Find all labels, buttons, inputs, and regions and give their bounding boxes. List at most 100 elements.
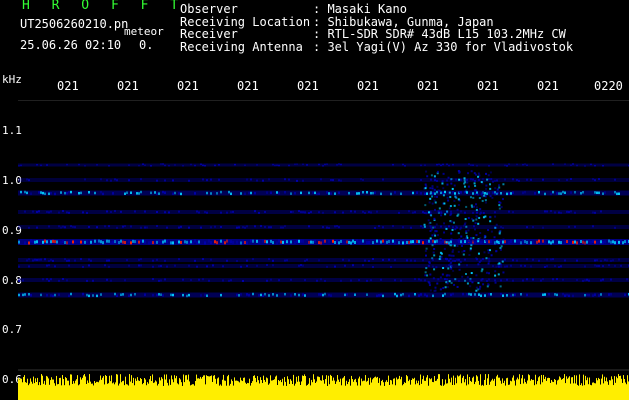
signal-speck — [304, 211, 306, 214]
amplitude-bar — [552, 381, 553, 400]
signal-speck — [504, 240, 506, 244]
burst-speck — [431, 244, 434, 247]
signal-speck — [570, 191, 572, 194]
signal-speck — [526, 258, 528, 261]
burst-speck — [434, 201, 437, 204]
burst-speck — [483, 234, 486, 237]
burst-speck — [474, 228, 477, 231]
burst-speck — [500, 245, 503, 248]
amplitude-bar — [158, 383, 159, 400]
amplitude-bar — [301, 381, 302, 400]
signal-speck — [256, 264, 258, 267]
signal-speck — [358, 240, 360, 244]
signal-speck — [426, 294, 428, 298]
burst-speck — [499, 285, 502, 288]
signal-speck — [370, 191, 372, 195]
signal-speck — [242, 226, 244, 229]
signal-speck — [172, 179, 174, 182]
amplitude-bar — [276, 375, 277, 400]
signal-speck — [88, 225, 90, 228]
amplitude-bar — [212, 381, 213, 400]
amplitude-bar — [307, 384, 308, 400]
signal-speck — [74, 240, 76, 244]
signal-speck — [182, 278, 184, 281]
signal-speck — [428, 239, 430, 243]
burst-speck — [450, 220, 453, 223]
amplitude-bar — [222, 379, 223, 400]
signal-speck — [520, 264, 522, 267]
signal-speck — [420, 239, 422, 243]
amplitude-bar — [311, 379, 312, 400]
signal-speck — [346, 293, 348, 296]
signal-speck — [70, 225, 72, 228]
signal-speck — [18, 240, 20, 244]
signal-speck — [90, 240, 92, 244]
signal-speck — [552, 240, 554, 244]
amplitude-bar — [467, 374, 468, 400]
signal-speck — [230, 240, 232, 244]
burst-speck — [425, 185, 428, 188]
x-tick: 021 — [117, 79, 139, 93]
x-tick: 0220 — [594, 79, 623, 93]
burst-speck — [502, 183, 505, 186]
signal-speck — [28, 258, 30, 261]
burst-speck — [429, 237, 432, 240]
amplitude-bar — [332, 380, 333, 400]
amplitude-bar — [53, 379, 54, 400]
signal-speck — [574, 240, 576, 244]
amplitude-bar — [79, 384, 80, 400]
signal-speck — [508, 240, 510, 244]
signal-speck — [564, 191, 566, 195]
signal-speck — [220, 226, 222, 229]
signal-speck — [350, 210, 352, 213]
signal-speck — [318, 241, 320, 245]
burst-speck — [495, 265, 498, 268]
burst-speck — [431, 234, 434, 237]
amplitude-bar — [98, 382, 99, 400]
signal-speck — [500, 226, 502, 229]
amplitude-bar — [507, 377, 508, 400]
info-row-antenna: Receiving Antenna: 3el Yagi(V) Az 330 fo… — [180, 40, 573, 54]
signal-speck — [500, 279, 502, 282]
signal-speck — [164, 164, 166, 167]
spectrogram-svg — [18, 100, 629, 400]
amplitude-bar — [340, 378, 341, 400]
burst-speck — [458, 263, 461, 266]
burst-speck — [433, 248, 436, 251]
signal-speck — [302, 293, 304, 296]
signal-speck — [290, 294, 292, 297]
signal-speck — [512, 191, 514, 194]
amplitude-bar — [477, 376, 478, 400]
signal-speck — [100, 293, 102, 296]
signal-speck — [504, 164, 506, 167]
signal-speck — [258, 240, 260, 244]
amplitude-bar — [215, 378, 216, 400]
signal-speck — [340, 179, 342, 182]
signal-speck — [556, 192, 558, 195]
signal-speck — [270, 239, 272, 243]
burst-speck — [482, 211, 485, 214]
amplitude-bar — [199, 378, 200, 400]
signal-speck — [68, 211, 70, 214]
amplitude-bar — [268, 384, 269, 400]
signal-speck — [464, 258, 466, 261]
signal-speck — [152, 293, 154, 297]
burst-speck — [425, 267, 428, 270]
burst-speck — [494, 193, 497, 196]
burst-speck — [436, 185, 439, 188]
signal-speck — [422, 226, 424, 229]
signal-speck — [182, 293, 184, 297]
burst-speck — [457, 250, 460, 253]
signal-speck — [420, 192, 422, 195]
signal-speck — [272, 259, 274, 262]
burst-speck — [439, 276, 442, 279]
signal-speck — [542, 239, 544, 243]
signal-speck — [190, 240, 192, 244]
amplitude-bar — [93, 385, 94, 400]
amplitude-bar — [386, 380, 387, 400]
signal-speck — [454, 259, 456, 262]
burst-speck — [442, 194, 445, 197]
signal-speck — [364, 211, 366, 214]
signal-speck — [558, 211, 560, 214]
burst-speck — [438, 189, 441, 192]
